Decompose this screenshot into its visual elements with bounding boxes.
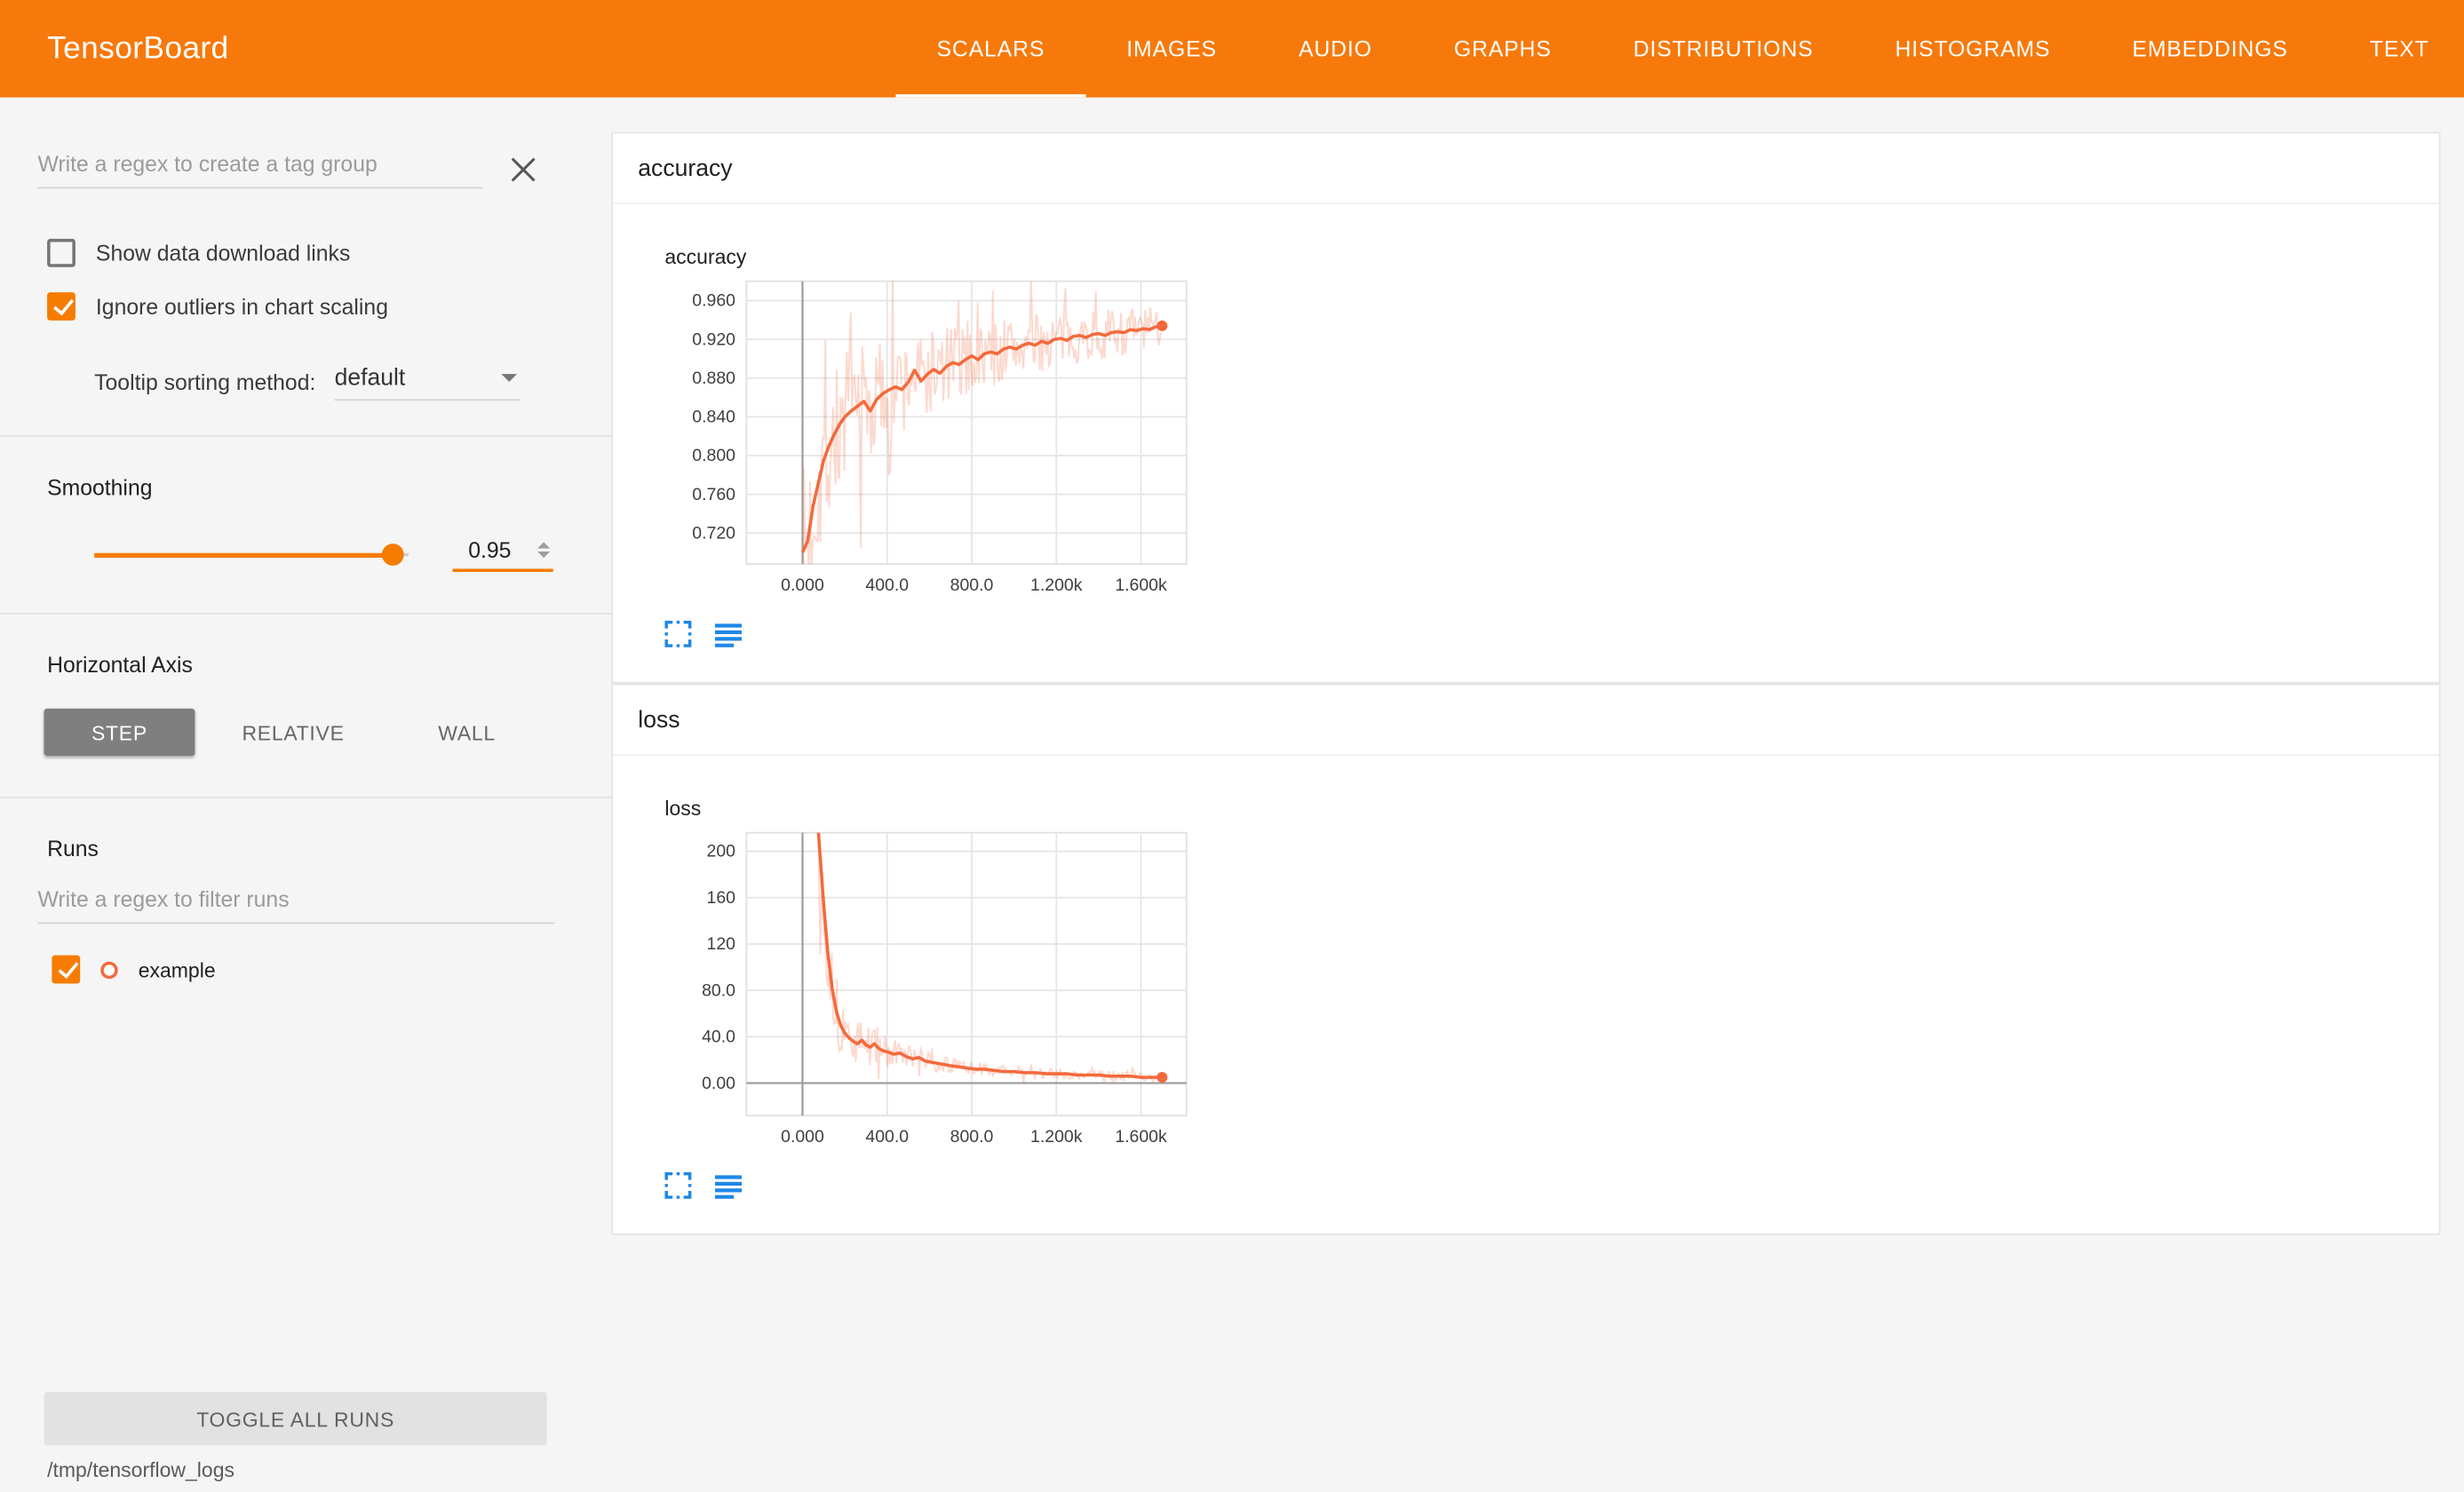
section-header[interactable]: loss [613, 685, 2439, 756]
log-dir-path: /tmp/tensorflow_logs [47, 1458, 234, 1482]
axis-button-wall[interactable]: WALL [392, 709, 543, 756]
checkbox-icon[interactable] [47, 239, 76, 267]
slider-thumb[interactable] [382, 544, 404, 566]
svg-text:0.000: 0.000 [781, 1127, 824, 1147]
svg-text:1.600k: 1.600k [1115, 1127, 1167, 1147]
app-title: TensorBoard [47, 0, 229, 98]
svg-text:40.0: 40.0 [702, 1028, 735, 1047]
number-spinner-icon[interactable] [537, 542, 550, 558]
fullscreen-icon[interactable] [664, 1172, 691, 1199]
svg-text:0.920: 0.920 [692, 329, 735, 349]
smoothing-value-input[interactable]: 0.95 [453, 537, 553, 572]
svg-text:160: 160 [707, 888, 736, 908]
svg-text:0.000: 0.000 [781, 575, 824, 595]
line-chart[interactable]: 0.000 400.0 800.0 1.200k 1.600k 200 160 120 80.0… [664, 823, 1206, 1156]
svg-text:400.0: 400.0 [865, 1127, 909, 1147]
runs-list: example [0, 956, 611, 984]
smoothing-label: Smoothing [47, 474, 611, 499]
section-body: accuracy 0.000 400.0 800.0 1.200k 1.600k 0.96… [613, 204, 2439, 682]
option-label: Ignore outliers in chart scaling [96, 294, 388, 319]
option-label: Show data download links [96, 241, 350, 266]
tooltip-sort-dropdown[interactable]: default [335, 364, 521, 401]
run-checkbox[interactable] [52, 956, 80, 984]
scalar-section: loss loss 0.000 400.0 800.0 1.200k 1.600k 200… [611, 684, 2440, 1235]
line-chart[interactable]: 0.000 400.0 800.0 1.200k 1.600k 0.960 0.920 0.8… [664, 272, 1206, 605]
chevron-down-icon [501, 374, 517, 382]
tag-filter-input[interactable] [37, 151, 482, 188]
tab-embeddings[interactable]: EMBEDDINGS [2091, 0, 2328, 98]
tab-scalars[interactable]: SCALARS [895, 0, 1085, 98]
svg-text:0.960: 0.960 [692, 291, 735, 311]
smoothing-value: 0.95 [468, 537, 511, 562]
divider [0, 797, 611, 798]
data-series-icon[interactable] [715, 1172, 742, 1199]
tab-histograms[interactable]: HISTOGRAMS [1855, 0, 2092, 98]
slider-fill [94, 552, 393, 557]
main-content: accuracy accuracy 0.000 400.0 800.0 1.200k 1… [611, 98, 2464, 1492]
data-series-icon[interactable] [715, 621, 742, 647]
svg-text:0.840: 0.840 [692, 408, 735, 427]
run-item[interactable]: example [52, 956, 611, 984]
run-label: example [139, 957, 216, 981]
divider [0, 613, 611, 615]
clear-tag-filter-icon[interactable] [509, 155, 537, 184]
runs-label: Runs [47, 836, 611, 861]
checkbox-icon[interactable] [47, 292, 76, 321]
axis-button-relative[interactable]: RELATIVE [214, 709, 373, 756]
tag-filter-row [37, 151, 573, 188]
tensorboard-app: TensorBoard SCALARSIMAGESAUDIOGRAPHSDIST… [0, 0, 2464, 1492]
chart-actions [664, 621, 2438, 647]
svg-text:0.760: 0.760 [692, 485, 735, 504]
tooltip-sort-value: default [335, 364, 406, 391]
ignore-outliers-option[interactable]: Ignore outliers in chart scaling [47, 292, 611, 321]
tab-images[interactable]: IMAGES [1085, 0, 1258, 98]
smoothing-row: 0.95 [94, 537, 574, 572]
scalar-sections: accuracy accuracy 0.000 400.0 800.0 1.200k 1… [611, 132, 2440, 1235]
smoothing-slider[interactable] [94, 544, 409, 566]
svg-text:120: 120 [707, 934, 736, 954]
svg-text:0.00: 0.00 [702, 1074, 735, 1093]
tab-text[interactable]: TEXT [2329, 0, 2464, 98]
top-tabs: SCALARSIMAGESAUDIOGRAPHSDISTRIBUTIONSHIS… [895, 0, 2464, 98]
scalar-chart-card: loss 0.000 400.0 800.0 1.200k 1.600k 200 160 12… [664, 797, 2438, 1199]
tab-audio[interactable]: AUDIO [1258, 0, 1413, 98]
axis-button-step[interactable]: STEP [44, 709, 195, 756]
svg-text:800.0: 800.0 [950, 575, 994, 595]
divider [0, 435, 611, 437]
app-header: TensorBoard SCALARSIMAGESAUDIOGRAPHSDIST… [0, 0, 2464, 98]
chart-title: accuracy [664, 245, 2438, 269]
toggle-all-runs-button[interactable]: TOGGLE ALL RUNS [44, 1393, 547, 1446]
horizontal-axis-buttons: STEP RELATIVE WALL [44, 709, 612, 756]
svg-text:0.800: 0.800 [692, 446, 735, 465]
svg-text:200: 200 [707, 842, 736, 861]
section-body: loss 0.000 400.0 800.0 1.200k 1.600k 200 160 12… [613, 756, 2439, 1234]
tab-graphs[interactable]: GRAPHS [1413, 0, 1593, 98]
fullscreen-icon[interactable] [664, 621, 691, 647]
svg-text:80.0: 80.0 [702, 980, 735, 1000]
scalar-chart-card: accuracy 0.000 400.0 800.0 1.200k 1.600k 0.96… [664, 245, 2438, 647]
svg-text:1.600k: 1.600k [1115, 575, 1167, 595]
horizontal-axis-label: Horizontal Axis [47, 652, 611, 677]
chart-title: loss [664, 797, 2438, 821]
section-header[interactable]: accuracy [613, 133, 2439, 204]
scalar-section: accuracy accuracy 0.000 400.0 800.0 1.200k 1… [611, 132, 2440, 684]
tooltip-sort-row: Tooltip sorting method: default [94, 358, 611, 394]
svg-text:800.0: 800.0 [950, 1127, 994, 1147]
sidebar: Show data download links Ignore outliers… [0, 98, 611, 1492]
show-download-links-option[interactable]: Show data download links [47, 239, 611, 267]
svg-text:400.0: 400.0 [865, 575, 909, 595]
tooltip-sort-label: Tooltip sorting method: [94, 369, 315, 394]
chart-actions [664, 1172, 2438, 1199]
tab-distributions[interactable]: DISTRIBUTIONS [1593, 0, 1855, 98]
svg-text:0.880: 0.880 [692, 369, 735, 388]
svg-text:1.200k: 1.200k [1030, 575, 1083, 595]
runs-filter-input[interactable] [37, 886, 554, 924]
run-color-swatch [100, 961, 117, 978]
section-title: accuracy [638, 155, 732, 181]
svg-text:1.200k: 1.200k [1030, 1127, 1083, 1147]
svg-text:0.720: 0.720 [692, 523, 735, 543]
section-title: loss [638, 706, 680, 733]
